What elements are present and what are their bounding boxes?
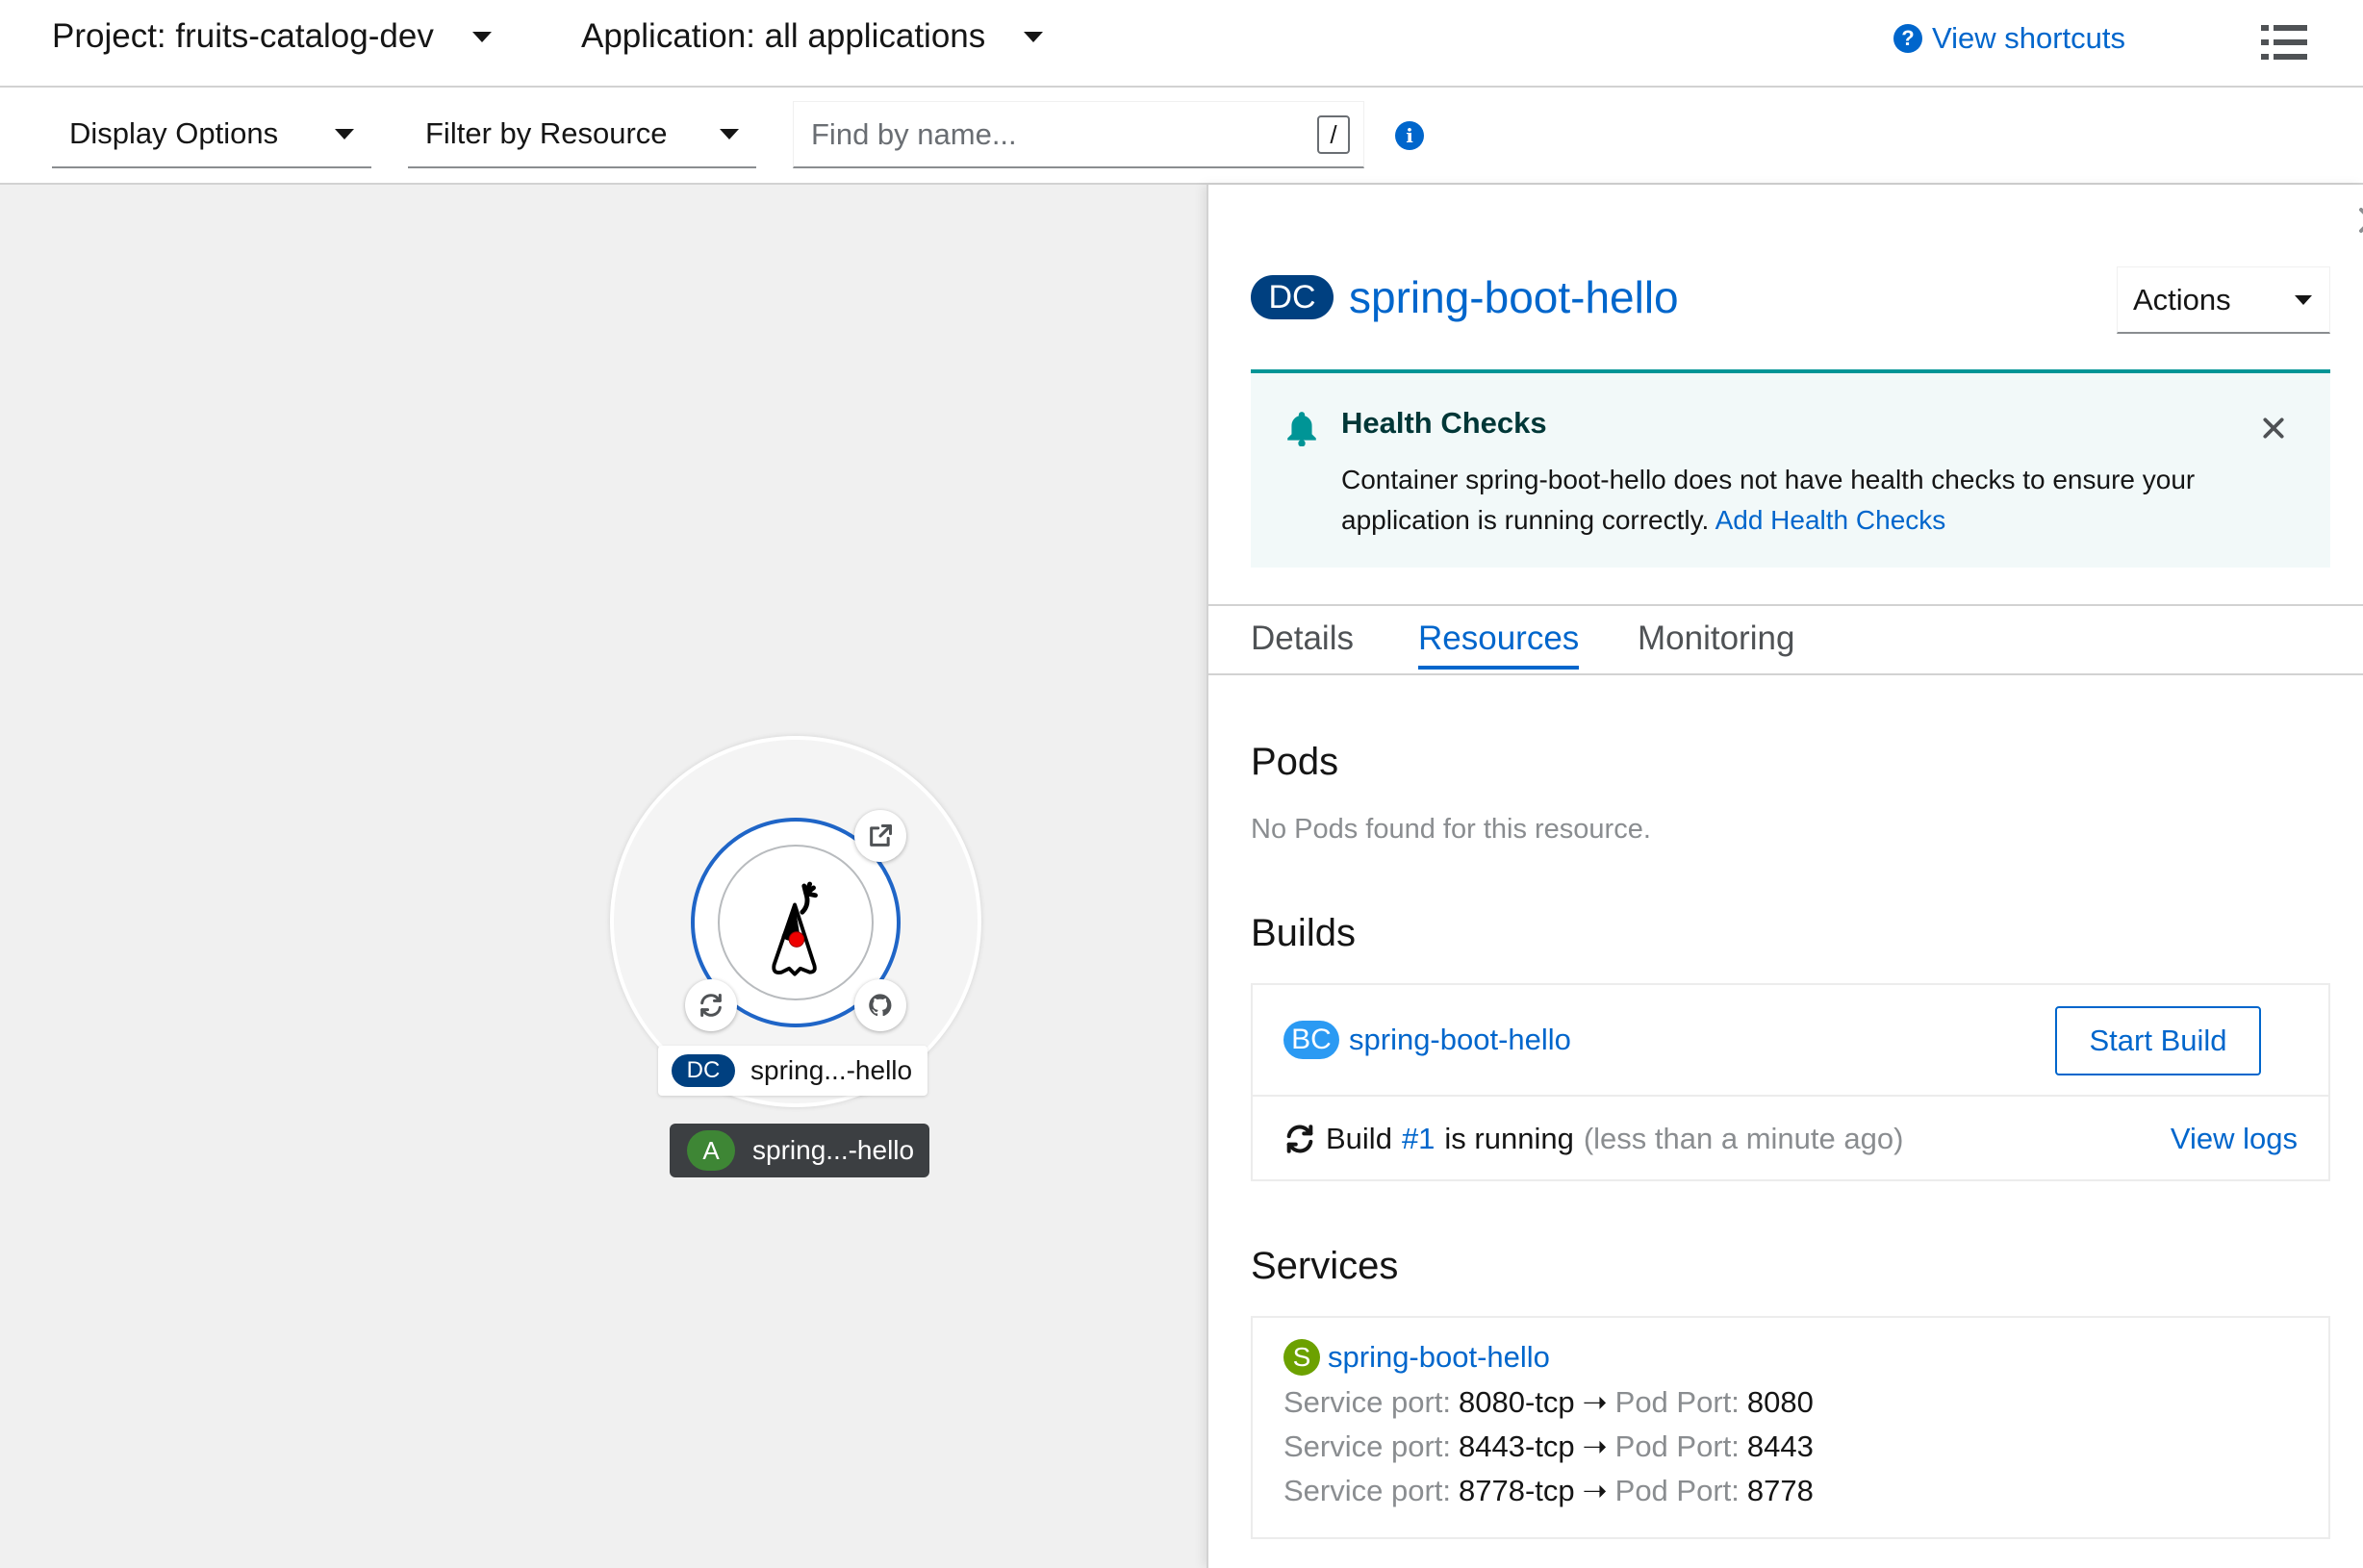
application-group-label[interactable]: A spring...-hello bbox=[670, 1124, 930, 1177]
sync-icon bbox=[700, 993, 722, 1018]
service-port-value: 8778-tcp bbox=[1459, 1474, 1575, 1507]
service-port-label: Service port: bbox=[1283, 1385, 1452, 1419]
pod-port-value: 8443 bbox=[1746, 1429, 1814, 1463]
health-checks-alert: Health Checks Container spring-boot-hell… bbox=[1251, 369, 2330, 568]
application-dropdown[interactable]: Application: all applications bbox=[581, 17, 1044, 56]
source-repo-decorator[interactable] bbox=[854, 979, 906, 1031]
pods-empty-message: No Pods found for this resource. bbox=[1251, 814, 1651, 845]
pod-port-label: Pod Port: bbox=[1614, 1385, 1740, 1419]
service-port-row: Service port: 8080-tcp ➝ Pod Port: 8080 bbox=[1283, 1385, 1814, 1420]
caret-down-icon bbox=[471, 31, 492, 42]
alert-title: Health Checks bbox=[1341, 406, 1547, 440]
service-title-row: S spring-boot-hello bbox=[1283, 1339, 1550, 1376]
dc-badge: DC bbox=[1251, 275, 1334, 319]
actions-dropdown[interactable]: Actions bbox=[2117, 266, 2330, 334]
builds-card: BC spring-boot-hello Start Build Build #… bbox=[1251, 983, 2330, 1181]
service-port-value: 8080-tcp bbox=[1459, 1385, 1575, 1419]
add-health-checks-link[interactable]: Add Health Checks bbox=[1715, 505, 1946, 535]
build-timestamp: (less than a minute ago) bbox=[1583, 1122, 1904, 1155]
arrow-right-icon: ➝ bbox=[1582, 1429, 1608, 1463]
application-group-name: spring...-hello bbox=[752, 1135, 915, 1165]
java-duke-icon bbox=[772, 881, 818, 976]
slash-hotkey-hint: / bbox=[1317, 115, 1350, 154]
builds-heading: Builds bbox=[1251, 912, 1356, 954]
workload-node-name: spring...-hello bbox=[750, 1055, 913, 1085]
filter-by-resource-label: Filter by Resource bbox=[425, 116, 668, 150]
caret-down-icon bbox=[335, 128, 354, 139]
resource-name-link[interactable]: spring-boot-hello bbox=[1349, 271, 1679, 323]
actions-label: Actions bbox=[2133, 282, 2231, 316]
topology-toolbar: Display Options Filter by Resource / i bbox=[0, 88, 2363, 185]
caret-down-icon bbox=[720, 128, 739, 139]
service-port-label: Service port: bbox=[1283, 1429, 1452, 1463]
project-dropdown[interactable]: Project: fruits-catalog-dev bbox=[52, 17, 492, 56]
arrow-right-icon: ➝ bbox=[1582, 1474, 1608, 1507]
list-view-icon[interactable] bbox=[2261, 23, 2307, 62]
service-port-value: 8443-tcp bbox=[1459, 1429, 1575, 1463]
view-shortcuts-link[interactable]: ? View shortcuts bbox=[1893, 21, 2125, 56]
masthead: Project: fruits-catalog-dev Application:… bbox=[0, 0, 2363, 88]
bc-badge: BC bbox=[1283, 1021, 1339, 1059]
resource-title: DC spring-boot-hello bbox=[1251, 271, 1679, 323]
tab-details[interactable]: Details bbox=[1251, 620, 1354, 666]
services-heading: Services bbox=[1251, 1245, 1399, 1287]
view-logs-link[interactable]: View logs bbox=[2171, 1122, 2298, 1156]
build-status-row: Build #1 is running (less than a minute … bbox=[1253, 1097, 2328, 1181]
resource-side-panel: DC spring-boot-hello Actions Health Chec… bbox=[1207, 185, 2363, 1568]
services-card: S spring-boot-hello Service port: 8080-t… bbox=[1251, 1316, 2330, 1539]
sync-icon bbox=[1286, 1125, 1313, 1153]
build-number-link[interactable]: #1 bbox=[1402, 1122, 1435, 1156]
caret-down-icon bbox=[2295, 294, 2312, 305]
dc-badge: DC bbox=[672, 1054, 735, 1087]
build-status-text: is running bbox=[1444, 1122, 1574, 1155]
service-badge: S bbox=[1283, 1339, 1320, 1376]
topology-canvas[interactable]: DC spring...-hello A spring...-hello bbox=[0, 185, 1207, 1568]
panel-tabs: Details Resources Monitoring bbox=[1208, 604, 2363, 675]
bell-icon bbox=[1287, 412, 1316, 446]
tab-resources[interactable]: Resources bbox=[1418, 620, 1580, 670]
github-icon bbox=[869, 994, 892, 1017]
find-by-name-field: / bbox=[793, 101, 1364, 168]
start-build-button[interactable]: Start Build bbox=[2055, 1006, 2261, 1075]
project-dropdown-label: Project: fruits-catalog-dev bbox=[52, 17, 434, 55]
alert-body: Container spring-boot-hello does not hav… bbox=[1341, 460, 2284, 541]
open-url-decorator[interactable] bbox=[854, 810, 906, 862]
caret-down-icon bbox=[1024, 31, 1044, 42]
pods-heading: Pods bbox=[1251, 741, 1339, 783]
pod-port-value: 8778 bbox=[1746, 1474, 1814, 1507]
pod-port-label: Pod Port: bbox=[1614, 1474, 1740, 1507]
build-status-decorator[interactable] bbox=[685, 979, 737, 1031]
filter-by-resource-dropdown[interactable]: Filter by Resource bbox=[408, 101, 756, 168]
app-badge: A bbox=[687, 1130, 735, 1171]
workload-node-label[interactable]: DC spring...-hello bbox=[658, 1046, 928, 1096]
workload-node[interactable] bbox=[718, 845, 874, 1000]
find-by-name-input[interactable] bbox=[811, 116, 1292, 152]
info-icon[interactable]: i bbox=[1395, 121, 1424, 150]
service-port-label: Service port: bbox=[1283, 1474, 1452, 1507]
tab-monitoring[interactable]: Monitoring bbox=[1638, 620, 1794, 666]
view-shortcuts-label: View shortcuts bbox=[1932, 21, 2126, 55]
external-link-icon bbox=[870, 823, 893, 847]
pod-port-value: 8080 bbox=[1746, 1385, 1814, 1419]
build-config-row: BC spring-boot-hello Start Build bbox=[1253, 985, 2328, 1097]
build-config-link[interactable]: spring-boot-hello bbox=[1349, 1023, 1571, 1057]
application-dropdown-label: Application: all applications bbox=[581, 17, 986, 55]
display-options-dropdown[interactable]: Display Options bbox=[52, 101, 371, 168]
close-alert-icon[interactable] bbox=[2261, 416, 2286, 441]
service-port-row: Service port: 8778-tcp ➝ Pod Port: 8778 bbox=[1283, 1474, 1814, 1508]
pod-port-label: Pod Port: bbox=[1614, 1429, 1740, 1463]
question-circle-icon: ? bbox=[1893, 24, 1922, 53]
service-link[interactable]: spring-boot-hello bbox=[1328, 1340, 1550, 1375]
display-options-label: Display Options bbox=[69, 116, 279, 150]
close-panel-icon[interactable] bbox=[2355, 204, 2363, 237]
service-port-row: Service port: 8443-tcp ➝ Pod Port: 8443 bbox=[1283, 1429, 1814, 1464]
build-status-prefix: Build bbox=[1326, 1122, 1392, 1155]
arrow-right-icon: ➝ bbox=[1582, 1385, 1608, 1419]
